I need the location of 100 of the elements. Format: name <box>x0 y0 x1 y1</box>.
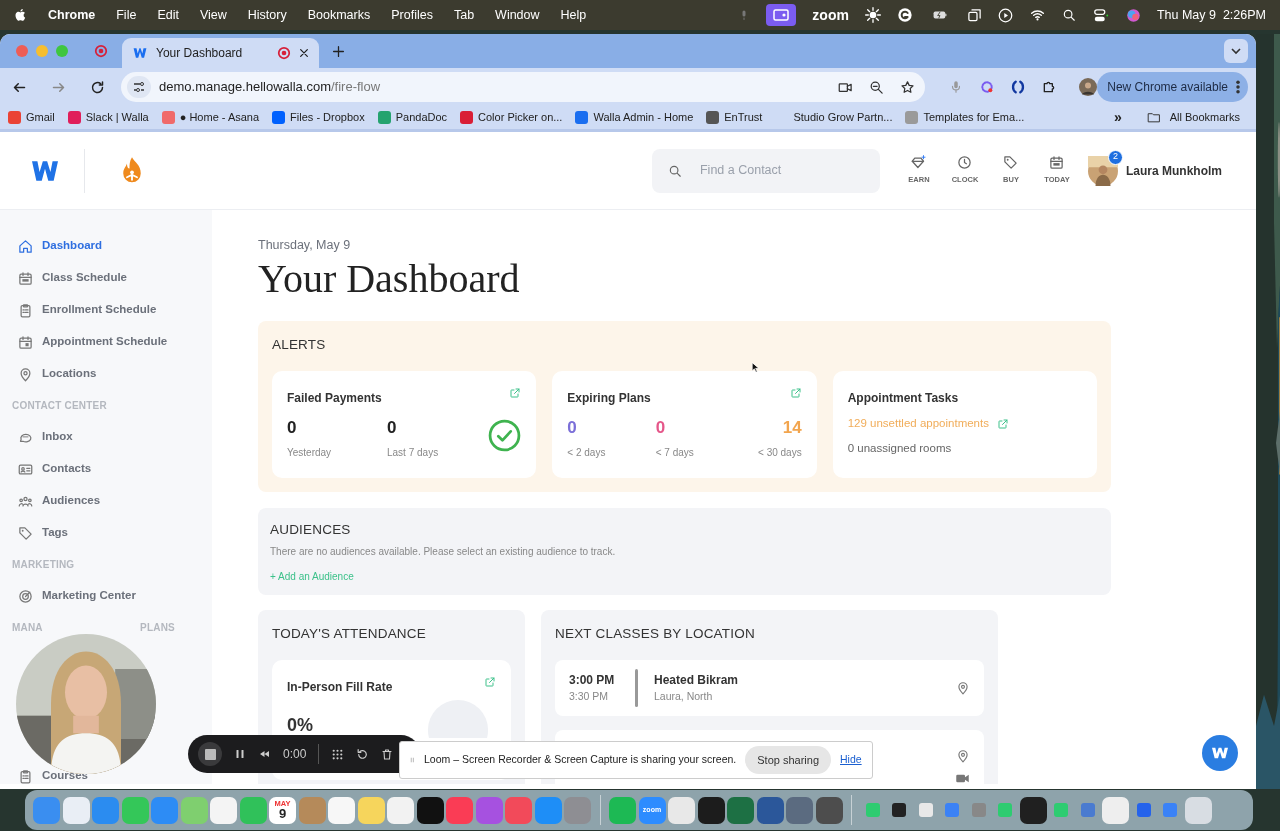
menu-item[interactable]: Profiles <box>391 5 433 25</box>
grammar-icon[interactable] <box>896 7 913 23</box>
site-settings-icon[interactable] <box>127 76 151 98</box>
stop-sharing-button[interactable]: Stop sharing <box>745 746 831 774</box>
sidebar-item[interactable]: Enrollment Schedule <box>0 294 212 326</box>
zoom-icon[interactable] <box>869 79 885 95</box>
sidebar-item[interactable]: Marketing Center <box>0 580 212 612</box>
bookmark[interactable]: Templates for Ema... <box>905 109 1025 126</box>
screen-share-icon[interactable] <box>766 4 797 26</box>
overflow-chevron[interactable]: » <box>1113 107 1122 128</box>
bookmark[interactable]: PandaDoc <box>377 109 448 126</box>
window-control[interactable] <box>16 45 28 57</box>
star-icon[interactable] <box>900 79 916 95</box>
fill-rate-value: 0% <box>287 714 313 738</box>
bookmarks-folder[interactable]: All Bookmarks <box>1145 109 1240 126</box>
bookmark[interactable]: Studio Grow Partn... <box>793 109 893 126</box>
app-icon[interactable] <box>815 796 843 824</box>
panel-heading: ALERTS <box>272 335 326 354</box>
bookmark[interactable]: Gmail <box>8 109 55 126</box>
tab-search-button[interactable] <box>1224 39 1248 63</box>
sidebar-item[interactable]: Class Schedule <box>0 262 212 294</box>
windows-icon[interactable] <box>966 7 982 23</box>
hide-link[interactable]: Hide <box>840 752 862 768</box>
bookmark[interactable]: Color Picker on... <box>460 109 563 126</box>
stat-value: 0 <box>287 417 298 439</box>
window-thumbnail[interactable] <box>1080 803 1095 817</box>
play-icon[interactable] <box>997 7 1013 23</box>
stop-button[interactable] <box>198 742 222 766</box>
url-text[interactable]: demo.manage.hellowalla.com/fire-flow <box>159 77 831 97</box>
menu-item[interactable]: Window <box>495 5 540 25</box>
panel-heading: NEXT CLASSES BY LOCATION <box>555 625 756 643</box>
close-icon[interactable] <box>299 48 309 58</box>
external-link-icon[interactable] <box>509 387 522 399</box>
sidebar-item[interactable]: Contacts <box>0 453 212 485</box>
user-name[interactable]: Laura Munkholm <box>1126 161 1222 180</box>
menu-item[interactable]: History <box>247 5 287 25</box>
window-thumbnail[interactable] <box>918 803 933 817</box>
bookmark[interactable]: Slack | Walla <box>67 109 149 126</box>
sun-icon[interactable] <box>864 7 881 23</box>
window-thumbnail[interactable] <box>1054 803 1068 817</box>
window-control[interactable] <box>36 45 48 57</box>
bookmark[interactable]: EnTrust <box>706 109 763 126</box>
trash-icon[interactable] <box>381 747 394 761</box>
window-thumbnail[interactable] <box>998 803 1012 817</box>
menu-item[interactable]: Help <box>560 5 587 25</box>
menu-item[interactable]: Bookmarks <box>307 5 371 25</box>
class-end-time: 3:30 PM <box>569 689 610 705</box>
address-bar[interactable]: demo.manage.hellowalla.com/fire-flow <box>121 72 926 102</box>
tag-icon <box>18 525 33 541</box>
menu-item[interactable]: File <box>116 5 137 25</box>
profile-avatar[interactable] <box>1079 78 1098 96</box>
external-link-icon[interactable] <box>789 387 802 399</box>
search-icon[interactable] <box>1061 8 1076 22</box>
extension-icon[interactable] <box>1011 79 1026 95</box>
menu-item[interactable]: Tab <box>453 5 475 25</box>
undo-icon[interactable] <box>356 747 370 761</box>
menu-item[interactable]: Edit <box>157 5 179 25</box>
window-thumbnail[interactable] <box>971 803 986 817</box>
more-icon[interactable] <box>1236 80 1240 94</box>
clock-text[interactable]: Thu May 9 2:26PM <box>1156 5 1266 25</box>
app-icon[interactable] <box>1019 796 1047 824</box>
new-tab-icon[interactable] <box>332 44 345 58</box>
zoom-menu-label[interactable]: zoom <box>812 4 849 26</box>
sidebar-item[interactable]: Appointment Schedule <box>0 326 212 358</box>
search-field[interactable]: Find a Contact <box>698 160 858 181</box>
siri-icon[interactable] <box>1125 7 1141 23</box>
window-thumbnail[interactable] <box>945 803 959 817</box>
grid-icon[interactable] <box>331 747 345 761</box>
external-link-icon[interactable] <box>484 676 496 689</box>
sidebar-item[interactable]: Audiences <box>0 485 212 517</box>
menu-item[interactable]: View <box>199 5 227 25</box>
app-icon[interactable] <box>697 796 725 824</box>
window-thumbnail[interactable] <box>892 803 906 817</box>
update-button[interactable]: New Chrome available <box>1097 72 1248 102</box>
class-row[interactable]: 3:00 PM 3:30 PM Heated Bikram Laura, North <box>555 660 984 717</box>
recording-icon[interactable] <box>277 46 291 60</box>
window-thumbnail[interactable] <box>1163 803 1177 817</box>
location-pin-icon[interactable] <box>956 681 970 696</box>
bookmark[interactable]: Files - Dropbox <box>272 109 365 126</box>
location-pin-icon[interactable] <box>955 748 970 763</box>
extension-icon[interactable] <box>979 79 996 95</box>
rewind-icon[interactable] <box>258 748 271 760</box>
wifi-icon[interactable] <box>1028 8 1046 22</box>
reload-icon[interactable] <box>90 79 105 95</box>
search-bar[interactable]: Find a Contact <box>652 148 880 193</box>
window-thumbnail[interactable] <box>1136 803 1151 817</box>
app-menu[interactable]: Chrome <box>48 5 96 25</box>
sidebar-item[interactable]: Tags <box>0 517 212 549</box>
window-thumbnail[interactable] <box>865 803 880 817</box>
bookmark[interactable]: Walla Admin - Home <box>575 109 694 126</box>
sidebar-item[interactable]: Dashboard <box>0 230 212 262</box>
external-link-icon[interactable] <box>996 417 1009 430</box>
sidebar-item[interactable]: Inbox <box>0 421 212 453</box>
record-icon[interactable] <box>94 44 108 58</box>
control-center-icon[interactable] <box>1091 7 1110 23</box>
bookmark[interactable]: ● Home - Asana <box>161 109 260 126</box>
sidebar-item[interactable]: Locations <box>0 358 212 390</box>
app-icon[interactable] <box>416 796 444 824</box>
browser-tab[interactable]: Your Dashboard <box>122 38 319 68</box>
pause-icon[interactable] <box>234 748 246 760</box>
